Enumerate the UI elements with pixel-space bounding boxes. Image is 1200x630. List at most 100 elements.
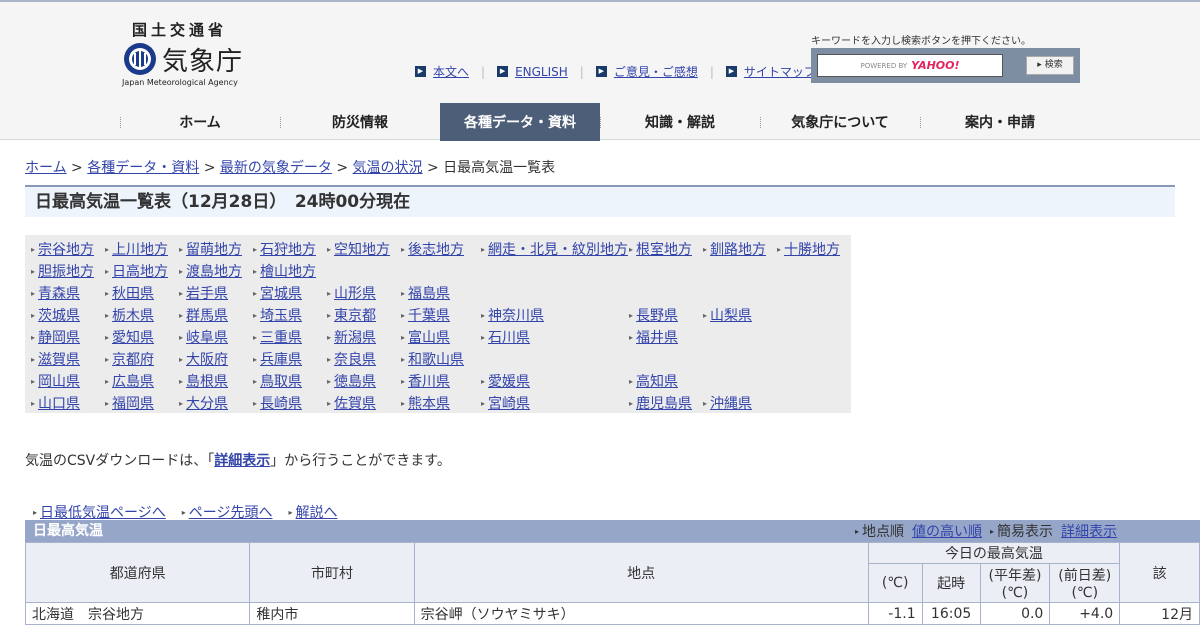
region-link[interactable]: 鳥取県 [253,371,327,391]
region-link[interactable]: 日高地方 [105,261,179,281]
region-link[interactable]: 岡山県 [31,371,105,391]
region-link[interactable]: 東京都 [327,305,401,325]
region-link-label[interactable]: 岡山県 [38,371,80,391]
region-link-label[interactable]: 富山県 [408,327,450,347]
nav-tab-home[interactable]: ホーム [120,103,280,141]
region-link-label[interactable]: 日高地方 [112,261,168,281]
util-link-feedback-label[interactable]: ご意見・ご感想 [614,63,698,80]
region-link[interactable]: 高知県 [629,371,703,391]
region-link-label[interactable]: 鳥取県 [260,371,302,391]
region-link-label[interactable]: 胆振地方 [38,261,94,281]
region-link[interactable]: 徳島県 [327,371,401,391]
util-link-english[interactable]: ▶ ENGLISH [497,65,568,79]
quick-link-page-top[interactable]: ページ先頭へ [182,502,273,522]
region-link[interactable]: 佐賀県 [327,393,401,413]
region-link[interactable]: 福岡県 [105,393,179,413]
region-link[interactable]: 十勝地方 [777,239,851,259]
region-link[interactable]: 石川県 [481,327,629,347]
util-link-skip[interactable]: ▶ 本文へ [415,63,469,80]
region-link[interactable]: 空知地方 [327,239,401,259]
region-link[interactable]: 埼玉県 [253,305,327,325]
breadcrumb-link[interactable]: 最新の気象データ [220,160,332,176]
region-link[interactable]: 胆振地方 [31,261,105,281]
breadcrumb-link[interactable]: 各種データ・資料 [87,160,199,176]
region-link-label[interactable]: 福島県 [408,283,450,303]
region-link[interactable]: 京都府 [105,349,179,369]
region-link[interactable]: 福島県 [401,283,481,303]
region-link[interactable]: 宮城県 [253,283,327,303]
nav-tab-guide[interactable]: 案内・申請 [920,103,1080,141]
region-link-label[interactable]: 網走・北見・紋別地方 [488,239,628,259]
region-link[interactable]: 群馬県 [179,305,253,325]
region-link[interactable]: 渡島地方 [179,261,253,281]
quick-link-label[interactable]: 解説へ [296,502,338,522]
region-link-label[interactable]: 山形県 [334,283,376,303]
region-link-label[interactable]: 兵庫県 [260,349,302,369]
nav-tab-about[interactable]: 気象庁について [760,103,920,141]
region-link-label[interactable]: 和歌山県 [408,349,464,369]
region-link-label[interactable]: 埼玉県 [260,305,302,325]
region-link[interactable]: 留萌地方 [179,239,253,259]
region-link-label[interactable]: 宮崎県 [488,393,530,413]
search-input[interactable]: POWERED BY YAHOO! [817,54,1003,77]
region-link-label[interactable]: 大分県 [186,393,228,413]
region-link-label[interactable]: 十勝地方 [784,239,840,259]
region-link[interactable]: 香川県 [401,371,481,391]
region-link-label[interactable]: 茨城県 [38,305,80,325]
region-link[interactable]: 滋賀県 [31,349,105,369]
region-link-label[interactable]: 京都府 [112,349,154,369]
jma-logo[interactable]: 国土交通省 気象庁 Japan Meteorological Agency [122,19,247,91]
region-link-label[interactable]: 石狩地方 [260,239,316,259]
region-link-label[interactable]: 根室地方 [636,239,692,259]
region-link[interactable]: 奈良県 [327,349,401,369]
region-link-label[interactable]: 長崎県 [260,393,302,413]
detail-view-link[interactable]: 詳細表示 [1061,521,1117,541]
region-link-label[interactable]: 檜山地方 [260,261,316,281]
region-link[interactable]: 熊本県 [401,393,481,413]
region-link[interactable]: 宗谷地方 [31,239,105,259]
region-link-label[interactable]: 香川県 [408,371,450,391]
region-link-label[interactable]: 山梨県 [710,305,752,325]
region-link-label[interactable]: 福岡県 [112,393,154,413]
region-link[interactable]: 静岡県 [31,327,105,347]
region-link[interactable]: 大阪府 [179,349,253,369]
region-link-label[interactable]: 後志地方 [408,239,464,259]
region-link-label[interactable]: 東京都 [334,305,376,325]
region-link-label[interactable]: 愛媛県 [488,371,530,391]
region-link-label[interactable]: 長野県 [636,305,678,325]
region-link[interactable]: 上川地方 [105,239,179,259]
region-link-label[interactable]: 留萌地方 [186,239,242,259]
region-link[interactable]: 山形県 [327,283,401,303]
region-link-label[interactable]: 岐阜県 [186,327,228,347]
region-link[interactable]: 千葉県 [401,305,481,325]
region-link[interactable]: 福井県 [629,327,703,347]
quick-link-label[interactable]: ページ先頭へ [189,502,273,522]
region-link[interactable]: 根室地方 [629,239,703,259]
region-link-label[interactable]: 群馬県 [186,305,228,325]
util-link-sitemap-label[interactable]: サイトマップ [744,63,816,80]
region-link[interactable]: 岐阜県 [179,327,253,347]
region-link[interactable]: 檜山地方 [253,261,327,281]
region-link-label[interactable]: 山口県 [38,393,80,413]
region-link-label[interactable]: 渡島地方 [186,261,242,281]
order-by-value-label[interactable]: 値の高い順 [912,521,982,541]
region-link-label[interactable]: 鹿児島県 [636,393,692,413]
nav-tab-knowledge[interactable]: 知識・解説 [600,103,760,141]
region-link[interactable]: 新潟県 [327,327,401,347]
region-link-label[interactable]: 千葉県 [408,305,450,325]
region-link[interactable]: 和歌山県 [401,349,481,369]
region-link-label[interactable]: 熊本県 [408,393,450,413]
quick-link-min-temp[interactable]: 日最低気温ページへ [33,502,166,522]
region-link-label[interactable]: 宗谷地方 [38,239,94,259]
region-link-label[interactable]: 奈良県 [334,349,376,369]
region-link-label[interactable]: 釧路地方 [710,239,766,259]
detail-view-label[interactable]: 詳細表示 [1061,521,1117,541]
region-link[interactable]: 大分県 [179,393,253,413]
region-link[interactable]: 釧路地方 [703,239,777,259]
region-link-label[interactable]: 秋田県 [112,283,154,303]
region-link[interactable]: 山梨県 [703,305,777,325]
region-link-label[interactable]: 静岡県 [38,327,80,347]
region-link[interactable]: 神奈川県 [481,305,629,325]
order-by-value-link[interactable]: 値の高い順 [912,521,982,541]
region-link[interactable]: 兵庫県 [253,349,327,369]
